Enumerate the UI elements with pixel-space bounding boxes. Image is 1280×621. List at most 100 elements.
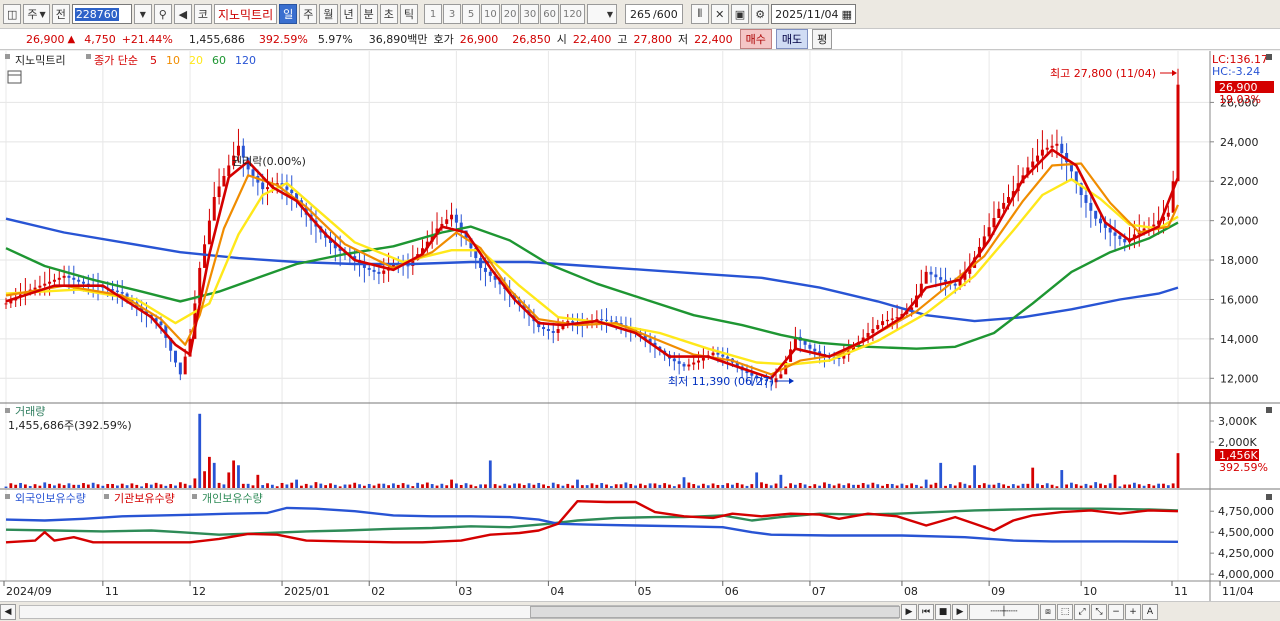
horizontal-scrollbar: ◀ ▶ ⏮ ■ ▶ ┄┄┼┄┄ ⧈ ⬚ ⤢ ⤡ − + A (0, 601, 1280, 621)
interval-button[interactable]: 5 (462, 4, 481, 24)
save-icon[interactable]: ▣ (730, 4, 750, 24)
date-field[interactable]: 2025/11/04 ▦ (771, 4, 856, 24)
hc-label: HC:-3.24 (1212, 65, 1260, 78)
holdings-panel-close-icon[interactable] (1266, 494, 1272, 500)
volume-title[interactable]: 거래량 (15, 405, 45, 418)
interval-button[interactable]: 1 (424, 4, 443, 24)
speaker-icon[interactable]: ◀ (173, 4, 192, 24)
period-button[interactable]: 초 (379, 4, 398, 24)
holdings-tick-label: 4,250,000 (1218, 547, 1274, 560)
interval-button[interactable]: 120 (559, 4, 586, 24)
crosshair-icon[interactable]: ✕ (710, 4, 729, 24)
volume-bar (895, 485, 899, 488)
candle-body (52, 279, 56, 282)
x-tick-label: 2025/01 (284, 585, 330, 598)
eval-button[interactable]: 평 (812, 29, 833, 49)
volume-panel-close-icon[interactable] (1266, 407, 1272, 413)
price-panel-close-icon[interactable] (1266, 54, 1272, 60)
compress-icon[interactable]: ⤡ (1091, 603, 1107, 620)
interval-button[interactable]: 3 (443, 4, 462, 24)
period-button[interactable]: 주 (299, 4, 318, 24)
rewind-icon[interactable]: ⏮ (918, 603, 934, 620)
scroll-left-icon[interactable]: ◀ (0, 603, 16, 620)
candle-body (711, 352, 715, 356)
period-button[interactable]: 년 (339, 4, 358, 24)
fit-icon[interactable]: ⬚ (1057, 603, 1073, 620)
volume-bar (1103, 485, 1107, 488)
ma-legend-period[interactable]: 120 (235, 54, 256, 67)
volume-bar (900, 483, 904, 488)
volume-bar (706, 485, 710, 488)
holdings-legend-label[interactable]: 외국인보유수량 (15, 492, 86, 505)
scroll-track[interactable] (19, 604, 900, 619)
stock-code-input[interactable]: 228760 (71, 4, 132, 24)
layout-icon[interactable]: ◫ (3, 4, 22, 24)
scroll-right-icon[interactable]: ▶ (901, 603, 917, 620)
stop-icon[interactable]: ■ (935, 603, 951, 620)
search-icon[interactable]: ⚲ (153, 4, 172, 24)
market-label: 주 (27, 8, 38, 21)
ma-legend-period[interactable]: 60 (212, 54, 226, 67)
period-button[interactable]: 틱 (399, 4, 419, 24)
sell-button[interactable]: 매도 (775, 29, 809, 49)
candle-body (871, 329, 875, 333)
volume-bar (1128, 484, 1131, 488)
volume-bar (474, 486, 478, 488)
market-short-button[interactable]: 코 (193, 4, 212, 24)
buy-button[interactable]: 매수 (739, 29, 772, 49)
zoom-reset-icon[interactable]: ⧈ (1040, 603, 1056, 620)
settings-icon[interactable]: ⚙ (751, 4, 770, 24)
interval-button[interactable]: 10 (481, 4, 500, 24)
candle-body (367, 267, 371, 270)
holdings-legend-square-icon (5, 494, 10, 499)
volume-bar (813, 484, 817, 488)
candle-body (454, 214, 458, 223)
open-label: 시 (556, 33, 567, 46)
table-icon[interactable] (7, 70, 22, 84)
interval-button[interactable]: 20 (500, 4, 520, 24)
ma-legend-label[interactable]: 종가 단순 (94, 54, 138, 67)
period-button[interactable]: 일 (279, 4, 298, 24)
holdings-legend-label[interactable]: 기관보유수량 (114, 492, 175, 505)
candle-body (445, 219, 449, 224)
candle-body (1045, 147, 1049, 150)
volume-bar (86, 484, 90, 488)
market-select[interactable]: 주 ▼ (23, 4, 50, 24)
chart-area[interactable]: 지노믹트리 종가 단순 5 10 20 60 120 최고 27,800 (11/04)… (0, 51, 1280, 601)
candle-icon[interactable]: ⫴ (690, 4, 709, 24)
volume-bar (430, 484, 434, 488)
prev-stock-button[interactable]: 전 (51, 4, 70, 24)
play-icon[interactable]: ▶ (952, 603, 968, 620)
count-field[interactable]: 265/600 (625, 4, 683, 24)
period-button[interactable]: 분 (359, 4, 378, 24)
x-tick-label: 06 (725, 585, 739, 598)
volume-bar (827, 483, 831, 488)
period-group: 일주월년분초틱 (279, 4, 419, 24)
stock-name[interactable]: 지노믹트리 (213, 4, 278, 24)
volume-bar (522, 485, 526, 488)
interval-button[interactable]: 30 (520, 4, 540, 24)
period-button[interactable]: 월 (319, 4, 338, 24)
volume-bar (266, 483, 269, 488)
zoom-slider-icon[interactable]: ┄┄┼┄┄ (969, 603, 1039, 620)
volume-bar (590, 483, 594, 488)
volume-bar (779, 474, 783, 488)
volume-bar (33, 484, 37, 488)
scroll-thumb[interactable] (530, 605, 900, 618)
zoom-in-icon[interactable]: + (1125, 603, 1141, 620)
font-size-icon[interactable]: A (1142, 603, 1158, 620)
interval-dropdown[interactable]: ▼ (587, 4, 618, 24)
ma-legend-period[interactable]: 20 (189, 54, 203, 67)
volume-bar (992, 484, 996, 488)
ma-legend-period[interactable]: 5 (150, 54, 157, 67)
expand-icon[interactable]: ⤢ (1074, 603, 1090, 620)
price-legend-name[interactable]: 지노믹트리 (15, 54, 66, 67)
volume-bar (1142, 485, 1146, 488)
holdings-legend-label[interactable]: 개인보유수량 (202, 492, 263, 505)
interval-button[interactable]: 60 (540, 4, 559, 24)
candle-body (609, 320, 613, 322)
volume-bar (953, 485, 957, 488)
ma-legend-period[interactable]: 10 (166, 54, 180, 67)
zoom-out-icon[interactable]: − (1108, 603, 1124, 620)
code-dropdown-icon[interactable]: ▼ (133, 4, 152, 24)
